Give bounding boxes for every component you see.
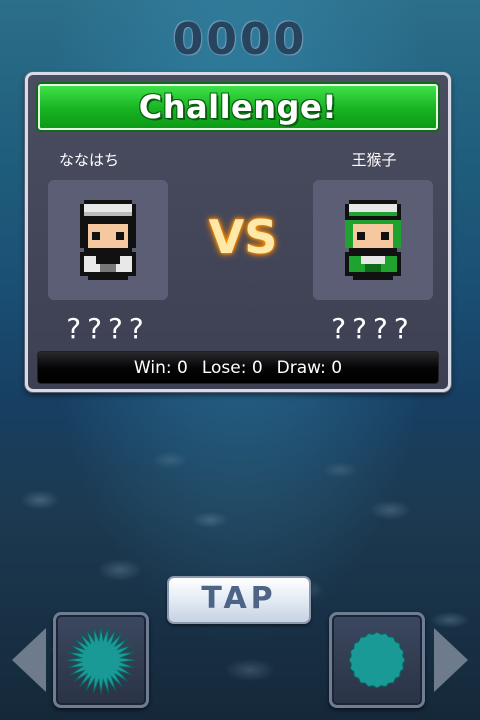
arrow-right-icon[interactable]: [434, 628, 468, 692]
arrow-left-icon[interactable]: [12, 628, 46, 692]
player1-avatar-icon: [80, 200, 136, 280]
spiky-ball-icon: [66, 625, 136, 695]
player2-score: ????: [331, 312, 415, 345]
round-ball-icon: [348, 631, 406, 689]
win-count: Win: 0: [133, 357, 188, 378]
round-ball-button[interactable]: [329, 612, 425, 708]
challenge-dialog: Challenge! ななはち 王猴子 VS ???? ???? Win: 0 …: [25, 72, 451, 392]
vs-label: VS: [208, 210, 278, 264]
player1-score: ????: [66, 312, 150, 345]
lose-count: Lose: 0: [201, 357, 263, 378]
player1-avatar: [48, 180, 168, 300]
player2-avatar-icon: [345, 200, 401, 280]
player1-name: ななはち: [58, 151, 119, 169]
score-counter: 0000: [172, 14, 308, 65]
challenge-title: Challenge!: [38, 84, 438, 130]
draw-count: Draw: 0: [276, 357, 343, 378]
player2-avatar: [313, 180, 433, 300]
tap-button[interactable]: TAP: [167, 576, 311, 624]
player2-name: 王猴子: [351, 151, 397, 169]
spiky-ball-button[interactable]: [53, 612, 149, 708]
match-stats-bar: Win: 0 Lose: 0 Draw: 0: [37, 351, 439, 384]
